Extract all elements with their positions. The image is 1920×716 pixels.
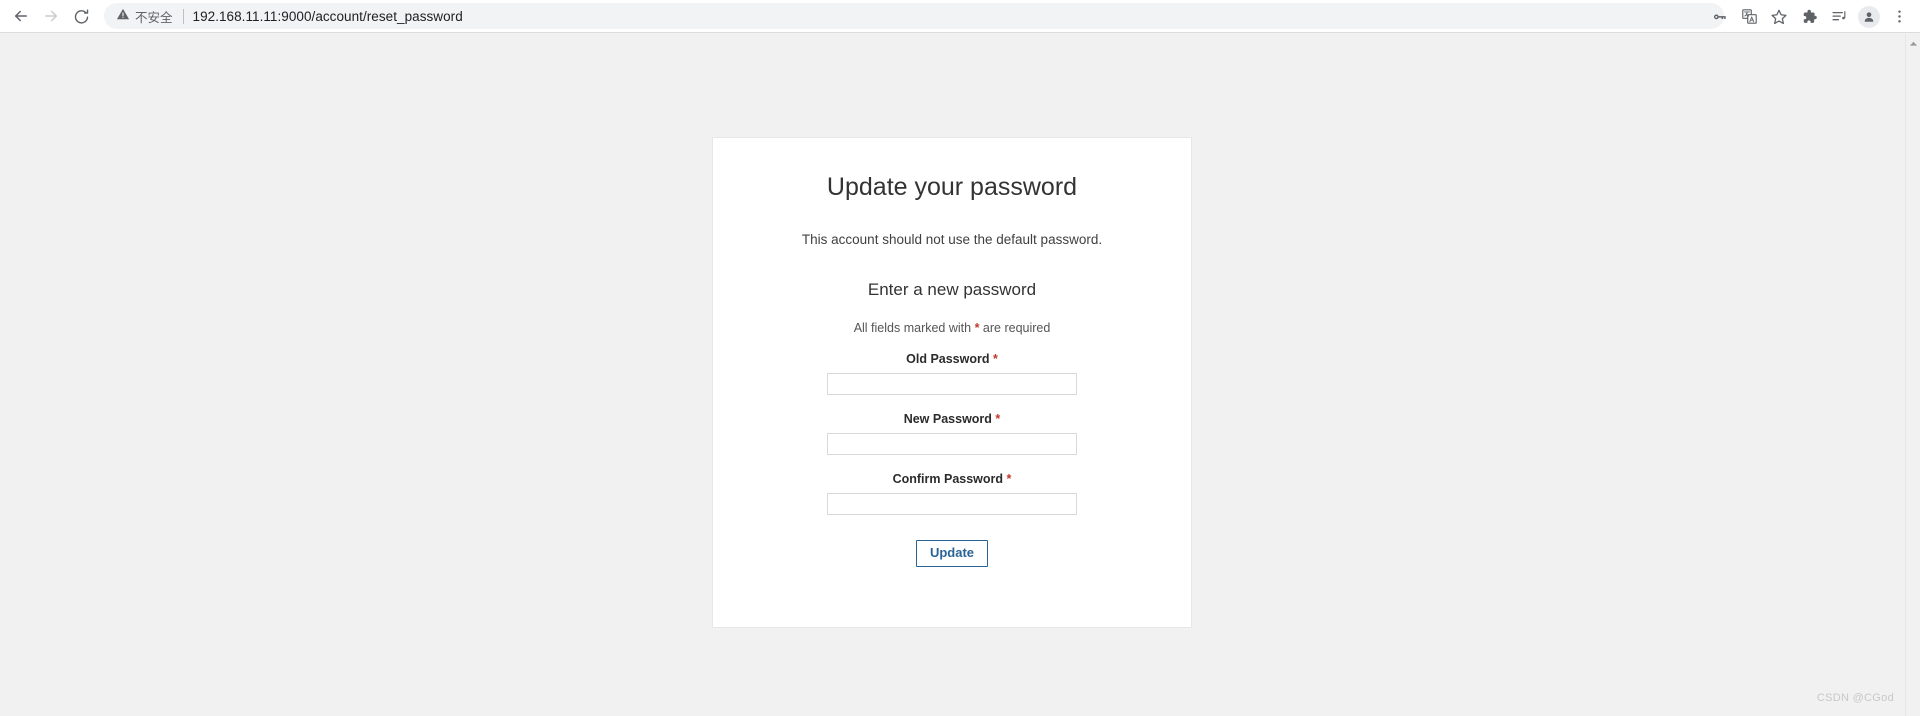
avatar xyxy=(1858,5,1880,28)
puzzle-icon xyxy=(1801,8,1818,25)
address-bar[interactable]: 不安全 192.168.11.11:9000/account/reset_pas… xyxy=(104,3,1724,29)
update-button[interactable]: Update xyxy=(915,540,989,567)
confirm-password-input[interactable] xyxy=(827,493,1077,515)
reading-list-button[interactable] xyxy=(1824,2,1854,32)
three-dots-icon xyxy=(1891,8,1908,25)
required-fields-note: All fields marked with * are required xyxy=(713,300,1191,335)
page-scrollbar[interactable] xyxy=(1905,34,1920,716)
watermark: CSDN @CGod xyxy=(1816,692,1894,704)
page-title: Update your password xyxy=(826,173,1078,201)
new-password-required-marker: * xyxy=(995,412,1001,426)
navigation-buttons xyxy=(0,1,96,31)
confirm-password-required-marker: * xyxy=(1006,472,1012,486)
security-indicator[interactable]: 不安全 xyxy=(116,7,173,26)
chevron-up-icon xyxy=(1909,35,1918,53)
form-heading: Enter a new password xyxy=(867,280,1037,299)
page-subtitle: This account should not use the default … xyxy=(801,232,1103,247)
translate-button[interactable] xyxy=(1734,2,1764,32)
submit-row: Update xyxy=(713,540,1191,567)
back-button[interactable] xyxy=(6,1,36,31)
field-group-new-password: New Password * xyxy=(713,412,1191,455)
forward-arrow-icon xyxy=(42,7,60,25)
bookmark-button[interactable] xyxy=(1764,2,1794,32)
field-group-confirm-password: Confirm Password * xyxy=(713,472,1191,515)
old-password-input[interactable] xyxy=(827,373,1077,395)
extensions-button[interactable] xyxy=(1794,2,1824,32)
confirm-password-label-text: Confirm Password xyxy=(892,472,1004,486)
new-password-label-text: New Password xyxy=(903,412,992,426)
page-viewport: Update your password This account should… xyxy=(0,34,1920,716)
forward-button[interactable] xyxy=(36,1,66,31)
scroll-up-button[interactable] xyxy=(1906,36,1920,51)
reset-password-card: Update your password This account should… xyxy=(712,137,1192,628)
omnibox-divider xyxy=(182,8,184,24)
old-password-required-marker: * xyxy=(992,352,998,366)
url-text[interactable]: 192.168.11.11:9000/account/reset_passwor… xyxy=(193,9,463,24)
security-label: 不安全 xyxy=(135,10,173,25)
star-icon xyxy=(1770,8,1788,26)
key-icon xyxy=(1711,8,1728,25)
reload-icon xyxy=(73,8,90,25)
reset-password-form: Old Password * New Password * Confirm Pa… xyxy=(713,352,1191,567)
old-password-label: Old Password * xyxy=(713,352,1191,366)
back-arrow-icon xyxy=(12,7,30,25)
warning-triangle-icon xyxy=(116,7,130,26)
password-manager-button[interactable] xyxy=(1704,2,1734,32)
required-note-before: All fields marked with xyxy=(853,321,975,335)
toolbar-icon-group xyxy=(1704,0,1920,33)
translate-icon xyxy=(1741,8,1758,25)
chrome-menu-button[interactable] xyxy=(1884,2,1914,32)
old-password-label-text: Old Password xyxy=(906,352,990,366)
profile-button[interactable] xyxy=(1854,2,1884,32)
browser-toolbar: 不安全 192.168.11.11:9000/account/reset_pas… xyxy=(0,0,1920,33)
required-note-after: are required xyxy=(979,321,1051,335)
list-music-icon xyxy=(1831,8,1848,25)
field-group-old-password: Old Password * xyxy=(713,352,1191,395)
new-password-label: New Password * xyxy=(713,412,1191,426)
confirm-password-label: Confirm Password * xyxy=(713,472,1191,486)
new-password-input[interactable] xyxy=(827,433,1077,455)
reload-button[interactable] xyxy=(66,1,96,31)
